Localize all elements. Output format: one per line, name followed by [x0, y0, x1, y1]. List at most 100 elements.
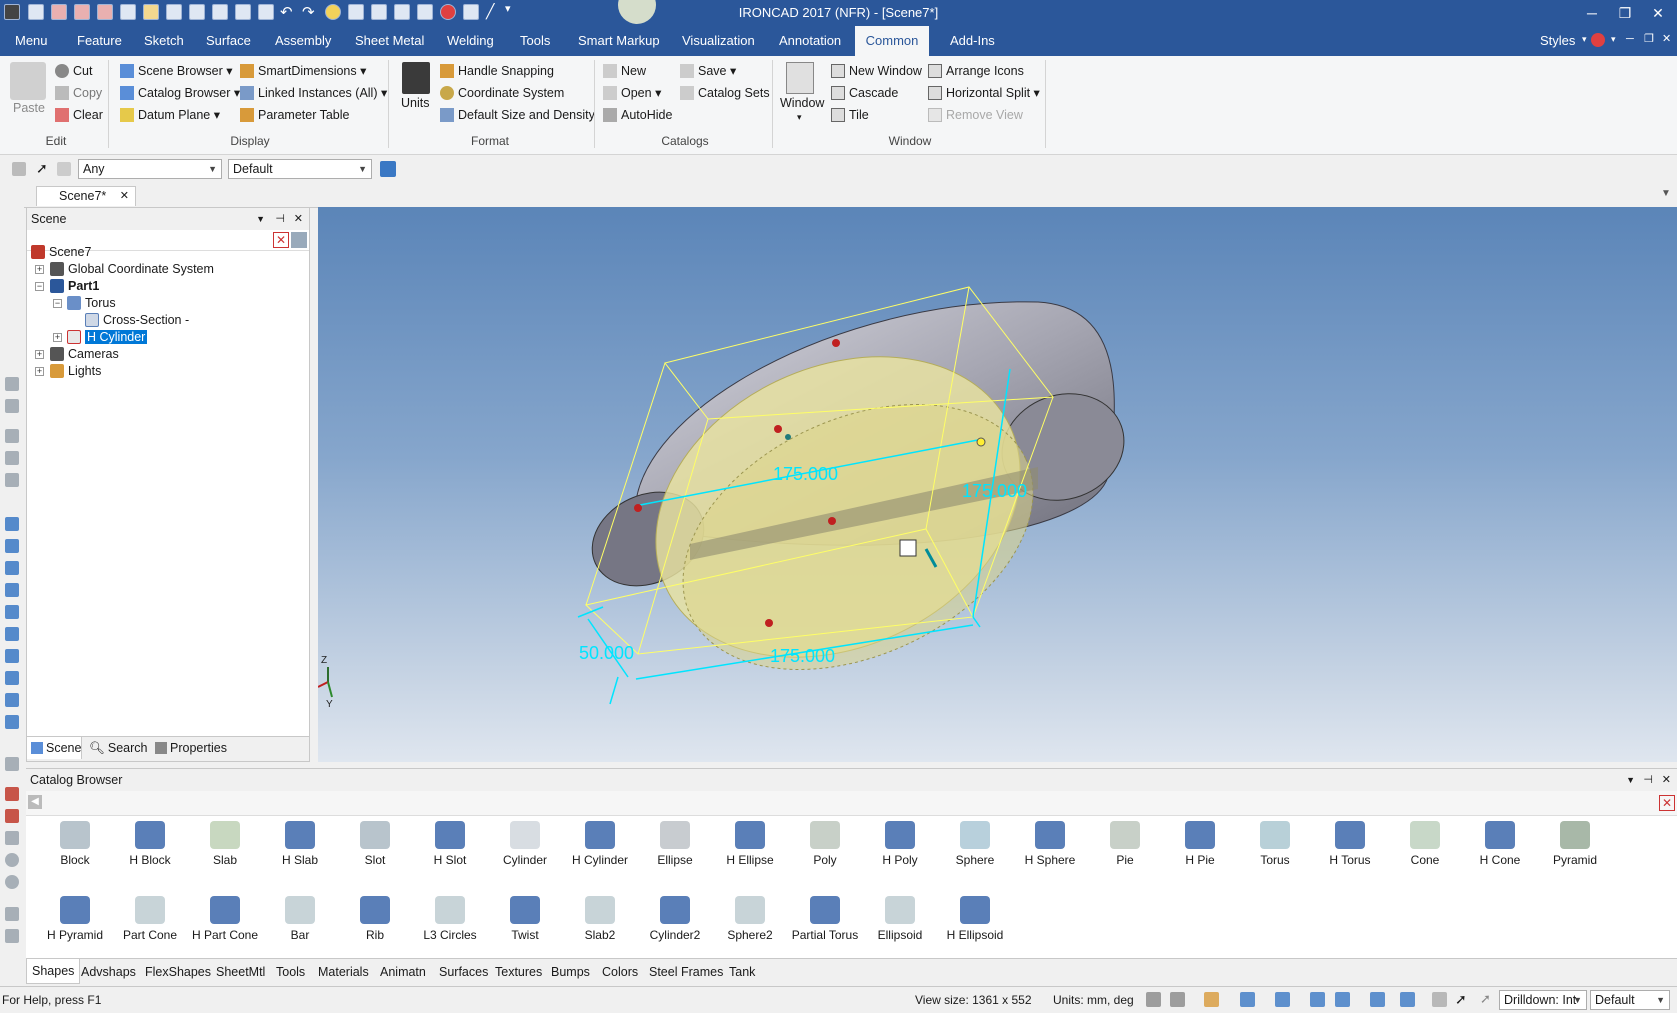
catalog-item-poly[interactable]: Poly — [788, 821, 862, 867]
tile-button[interactable]: Tile — [831, 105, 869, 125]
close-icon[interactable]: ✕ — [1662, 769, 1671, 791]
drilldown-select[interactable]: Drilldown: Int ▼ — [1499, 990, 1587, 1010]
clear-button[interactable]: Clear — [55, 105, 103, 125]
close-catalog-icon[interactable]: ✕ — [1659, 795, 1675, 811]
catalog-item-rib[interactable]: Rib — [338, 896, 412, 942]
tab-tank[interactable]: Tank — [729, 965, 755, 979]
window-icon[interactable] — [786, 62, 814, 94]
mdi-restore-icon[interactable]: ❐ — [1644, 32, 1654, 45]
arrange-icons-button[interactable]: Arrange Icons — [928, 61, 1024, 81]
pin-icon[interactable]: ⊣ — [1643, 769, 1653, 791]
view-right-icon[interactable] — [5, 583, 19, 597]
tab-add-ins[interactable]: Add-Ins — [940, 26, 1005, 56]
panel-dropdown-icon[interactable]: ▼ — [1626, 769, 1635, 791]
window-dropdown-icon[interactable]: ▾ — [797, 112, 802, 123]
handle-point[interactable] — [774, 425, 782, 433]
status-style-select[interactable]: Default ▼ — [1590, 990, 1670, 1010]
render-mode-icon[interactable] — [1204, 992, 1219, 1007]
catalog-item-l3-circles[interactable]: L3 Circles — [413, 896, 487, 942]
new-window-button[interactable]: New Window — [831, 61, 922, 81]
orbit-icon[interactable] — [5, 875, 19, 889]
catalog-new-button[interactable]: New — [603, 61, 646, 81]
tab-sketch[interactable]: Sketch — [134, 26, 194, 56]
catalog-item-h-cylinder[interactable]: H Cylinder — [563, 821, 637, 867]
tab-menu[interactable]: Menu — [5, 26, 58, 56]
dimension-label[interactable]: 175.000 — [773, 464, 838, 484]
view-tool-icon[interactable] — [5, 451, 19, 465]
pin-icon[interactable]: ⊣ — [275, 208, 285, 230]
tab-materials[interactable]: Materials — [318, 965, 369, 979]
catalog-sets-button[interactable]: Catalog Sets — [680, 83, 770, 103]
view-tool-icon[interactable] — [5, 377, 19, 391]
view-iso-icon[interactable] — [5, 715, 19, 729]
tab-search[interactable]: 🔍︎ Search — [89, 741, 147, 756]
tab-sheetmtl[interactable]: SheetMtl — [216, 965, 265, 979]
handle-snapping-button[interactable]: Handle Snapping — [440, 61, 554, 81]
tab-surfaces[interactable]: Surfaces — [439, 965, 488, 979]
units-icon[interactable] — [402, 62, 430, 94]
catalog-item-h-cone[interactable]: H Cone — [1463, 821, 1537, 867]
catalog-item-slab[interactable]: Slab — [188, 821, 262, 867]
view-bottom-icon[interactable] — [5, 627, 19, 641]
snap-icon[interactable] — [1400, 992, 1415, 1007]
paste-button[interactable]: Paste — [13, 98, 45, 118]
filter-icon[interactable] — [1432, 992, 1447, 1007]
handle-point[interactable] — [832, 339, 840, 347]
default-size-button[interactable]: Default Size and Density — [440, 105, 595, 125]
view-iso-icon[interactable] — [5, 693, 19, 707]
sketch-icon[interactable] — [5, 907, 19, 921]
tree-item-scene[interactable]: Scene7 — [31, 244, 91, 261]
catalog-item-h-block[interactable]: H Block — [113, 821, 187, 867]
restore-button[interactable]: ❐ — [1608, 2, 1642, 24]
catalog-item-slab2[interactable]: Slab2 — [563, 896, 637, 942]
hierarchy-icon[interactable] — [380, 161, 396, 177]
view-top-icon[interactable] — [5, 605, 19, 619]
tab-welding[interactable]: Welding — [437, 26, 504, 56]
catalog-browser-button[interactable]: Catalog Browser ▾ — [120, 83, 240, 103]
view-left-icon[interactable] — [5, 561, 19, 575]
collapse-icon[interactable]: − — [35, 282, 44, 291]
render-icon[interactable] — [5, 809, 19, 823]
handle-point[interactable] — [634, 504, 642, 512]
close-icon[interactable]: ✕ — [294, 208, 303, 230]
catalog-item-h-ellipsoid[interactable]: H Ellipsoid — [938, 896, 1012, 942]
select-parts-icon[interactable] — [12, 162, 26, 176]
catalog-item-part-cone[interactable]: Part Cone — [113, 896, 187, 942]
pointer-icon[interactable]: ➚ — [36, 160, 48, 177]
tab-steel-frames[interactable]: Steel Frames — [649, 965, 723, 979]
paste-icon[interactable] — [10, 62, 46, 100]
tab-surface[interactable]: Surface — [196, 26, 261, 56]
view-tool-icon[interactable] — [5, 429, 19, 443]
parameter-table-button[interactable]: Parameter Table — [240, 105, 350, 125]
tab-colors[interactable]: Colors — [602, 965, 638, 979]
catalog-item-h-sphere[interactable]: H Sphere — [1013, 821, 1087, 867]
expand-icon[interactable]: + — [35, 350, 44, 359]
catalog-item-h-slab[interactable]: H Slab — [263, 821, 337, 867]
tree-item-cameras[interactable]: Cameras — [50, 346, 119, 363]
pointer-icon[interactable]: ➚ — [1455, 991, 1467, 1008]
tab-annotation[interactable]: Annotation — [769, 26, 851, 56]
close-icon[interactable]: ✕ — [120, 187, 129, 206]
dimension-label[interactable]: 175.000 — [770, 646, 835, 666]
catalog-item-cylinder[interactable]: Cylinder — [488, 821, 562, 867]
pointer-alt-icon[interactable]: ➚ — [1480, 991, 1491, 1007]
tab-tools[interactable]: Tools — [510, 26, 560, 56]
tab-tools[interactable]: Tools — [276, 965, 305, 979]
section-icon[interactable] — [1370, 992, 1385, 1007]
tree-item-lights[interactable]: Lights — [50, 363, 101, 380]
tab-sheet-metal[interactable]: Sheet Metal — [345, 26, 434, 56]
catalog-item-ellipsoid[interactable]: Ellipsoid — [863, 896, 937, 942]
catalog-item-h-ellipse[interactable]: H Ellipse — [713, 821, 787, 867]
smart-dimensions-button[interactable]: SmartDimensions ▾ — [240, 61, 366, 81]
catalog-item-h-part-cone[interactable]: H Part Cone — [188, 896, 262, 942]
window-button[interactable]: Window — [780, 93, 824, 113]
triball-handle-icon[interactable] — [899, 539, 917, 557]
catalog-item-h-pyramid[interactable]: H Pyramid — [38, 896, 112, 942]
display-icon[interactable] — [1335, 992, 1350, 1007]
tab-flexshapes[interactable]: FlexShapes — [145, 965, 211, 979]
measure-icon[interactable] — [5, 757, 19, 771]
tab-bumps[interactable]: Bumps — [551, 965, 590, 979]
view-tool-icon[interactable] — [5, 399, 19, 413]
catalog-item-twist[interactable]: Twist — [488, 896, 562, 942]
catalog-item-cone[interactable]: Cone — [1388, 821, 1462, 867]
